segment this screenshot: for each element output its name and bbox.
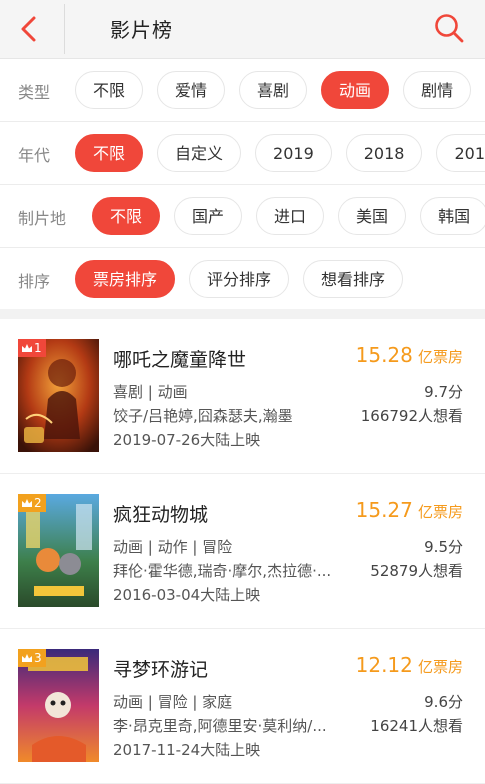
box-office-unit: 亿票房 <box>417 658 463 676</box>
movie-title[interactable]: 疯狂动物城 <box>113 500 208 527</box>
filter-chip[interactable]: 爱情 <box>157 71 226 109</box>
want-count: 166792人想看 <box>360 407 463 425</box>
filter-chip-selected[interactable]: 票房排序 <box>75 260 176 298</box>
filter-chip[interactable]: 剧情 <box>403 71 472 109</box>
rank-number: 3 <box>34 651 42 665</box>
filter-chip[interactable]: 喜剧 <box>239 71 308 109</box>
filter-chip[interactable]: 自定义 <box>157 134 242 172</box>
movie-poster[interactable]: 3 <box>18 649 99 762</box>
movie-score: 9.7分 <box>424 383 463 401</box>
header-divider <box>64 4 65 54</box>
movie-poster[interactable]: 1 <box>18 339 99 452</box>
filter-chip-selected[interactable]: 动画 <box>321 71 390 109</box>
box-office-value: 15.27 <box>355 498 413 522</box>
movie-genre: 动画 | 冒险 | 家庭 <box>113 693 233 711</box>
movie-list: 1 哪吒之魔童降世 喜剧 | 动画 饺子/吕艳婷,囧森瑟夫,瀚墨 2019-07… <box>0 319 485 784</box>
movie-genre: 动画 | 动作 | 冒险 <box>113 538 233 556</box>
filter-options: 不限 国产 进口 美国 韩国 <box>92 197 485 235</box>
filter-row-sort: 排序 票房排序 评分排序 想看排序 <box>0 248 485 310</box>
box-office: 15.27 亿票房 <box>356 498 463 522</box>
filter-chip[interactable]: 韩国 <box>420 197 485 235</box>
movie-cast: 饺子/吕艳婷,囧森瑟夫,瀚墨 <box>113 407 293 425</box>
filter-label: 制片地 <box>18 209 67 228</box>
movie-score: 9.5分 <box>424 538 463 556</box>
movie-release-date: 2017-11-24大陆上映 <box>113 741 261 759</box>
filter-options: 票房排序 评分排序 想看排序 <box>75 260 404 298</box>
back-button[interactable] <box>14 14 44 44</box>
crown-icon <box>22 344 32 352</box>
box-office: 12.12 亿票房 <box>356 653 463 677</box>
box-office-unit: 亿票房 <box>417 503 463 521</box>
movie-genre: 喜剧 | 动画 <box>113 383 188 401</box>
filter-label: 年代 <box>18 146 51 165</box>
filter-label: 类型 <box>18 83 51 102</box>
filter-chip[interactable]: 2018 <box>345 134 423 172</box>
search-icon <box>435 14 464 43</box>
filter-panel: 类型 不限 爱情 喜剧 动画 剧情 年代 不限 自定义 2019 2018 20… <box>0 59 485 310</box>
want-count: 16241人想看 <box>370 717 463 735</box>
filter-chip[interactable]: 2019 <box>255 134 332 172</box>
want-count: 52879人想看 <box>370 562 463 580</box>
movie-score: 9.6分 <box>424 693 463 711</box>
filter-chip[interactable]: 国产 <box>174 197 243 235</box>
app-header: 影片榜 <box>0 0 485 59</box>
rank-badge: 2 <box>18 494 46 512</box>
page-title: 影片榜 <box>110 18 173 42</box>
filter-chip[interactable]: 美国 <box>338 197 407 235</box>
movie-title[interactable]: 哪吒之魔童降世 <box>113 345 246 372</box>
box-office-value: 15.28 <box>355 343 413 367</box>
filter-chip-selected[interactable]: 不限 <box>75 134 144 172</box>
rank-badge: 3 <box>18 649 46 667</box>
movie-item[interactable]: 1 哪吒之魔童降世 喜剧 | 动画 饺子/吕艳婷,囧森瑟夫,瀚墨 2019-07… <box>0 319 485 474</box>
movie-cast: 李·昂克里奇,阿德里安·莫利纳/... <box>113 717 327 735</box>
movie-cast: 拜伦·霍华德,瑞奇·摩尔,杰拉德·... <box>113 562 332 580</box>
rank-number: 2 <box>34 496 42 510</box>
movie-poster[interactable]: 2 <box>18 494 99 607</box>
movie-item[interactable]: 2 疯狂动物城 动画 | 动作 | 冒险 拜伦·霍华德,瑞奇·摩尔,杰拉德·..… <box>0 474 485 629</box>
filter-chip[interactable]: 进口 <box>256 197 325 235</box>
filter-chip[interactable]: 评分排序 <box>189 260 290 298</box>
movie-release-date: 2019-07-26大陆上映 <box>113 431 261 449</box>
movie-release-date: 2016-03-04大陆上映 <box>113 586 261 604</box>
box-office: 15.28 亿票房 <box>356 343 463 367</box>
search-button[interactable] <box>433 12 465 44</box>
filter-row-region: 制片地 不限 国产 进口 美国 韩国 <box>0 185 485 248</box>
movie-item[interactable]: 3 寻梦环游记 动画 | 冒险 | 家庭 李·昂克里奇,阿德里安·莫利纳/...… <box>0 629 485 784</box>
filter-chip[interactable]: 想看排序 <box>303 260 404 298</box>
crown-icon <box>22 499 32 507</box>
filter-options: 不限 自定义 2019 2018 201 <box>75 134 485 172</box>
filter-row-year: 年代 不限 自定义 2019 2018 201 <box>0 122 485 185</box>
rank-number: 1 <box>34 341 42 355</box>
filter-label: 排序 <box>18 272 51 291</box>
rank-badge: 1 <box>18 339 46 357</box>
section-divider <box>0 309 485 319</box>
box-office-value: 12.12 <box>355 653 413 677</box>
filter-options: 不限 爱情 喜剧 动画 剧情 <box>75 71 472 109</box>
filter-chip[interactable]: 不限 <box>75 71 144 109</box>
filter-chip[interactable]: 201 <box>436 134 485 172</box>
chevron-left-icon <box>21 16 36 42</box>
box-office-unit: 亿票房 <box>417 348 463 366</box>
movie-title[interactable]: 寻梦环游记 <box>113 655 208 682</box>
filter-row-type: 类型 不限 爱情 喜剧 动画 剧情 <box>0 59 485 122</box>
filter-chip-selected[interactable]: 不限 <box>92 197 161 235</box>
crown-icon <box>22 654 32 662</box>
